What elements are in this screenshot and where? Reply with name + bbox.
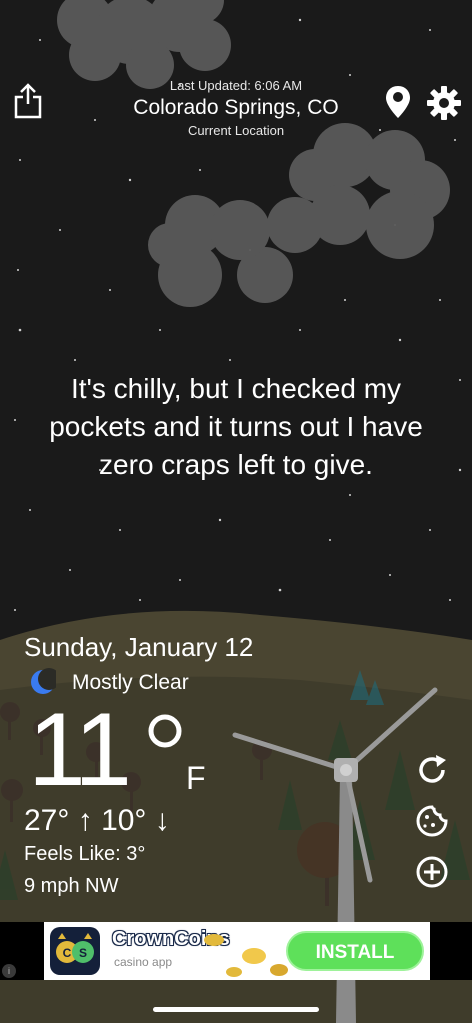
ad-subtitle: casino app — [114, 955, 173, 969]
gold-coins-decoration — [204, 934, 288, 977]
degree-symbol — [148, 714, 182, 748]
high-temp: 27° — [24, 804, 70, 837]
ad-info-button[interactable]: i — [2, 964, 16, 978]
arrow-down-icon: ↓ — [154, 804, 170, 837]
high-low-temps: 27° ↑ 10° ↓ — [24, 804, 170, 838]
settings-button[interactable] — [425, 84, 463, 122]
location-label: Current Location — [187, 123, 285, 138]
install-button[interactable]: INSTALL — [286, 931, 424, 971]
cookie-icon — [416, 805, 448, 837]
gear-icon — [427, 86, 461, 120]
arrow-up-icon: ↑ — [77, 804, 93, 837]
wind-label: 9 mph NW — [24, 875, 119, 897]
ad-banner: C S CrownCoins casino app INSTALL — [0, 922, 472, 980]
home-indicator[interactable] — [153, 1007, 319, 1012]
low-temp: 10° — [101, 804, 147, 837]
plus-circle-icon — [416, 856, 448, 888]
logo-letter-c: C — [63, 946, 72, 960]
weather-scene-background — [0, 0, 472, 1023]
refresh-icon — [419, 755, 446, 783]
cookie-button[interactable] — [414, 803, 450, 839]
date-label: Sunday, January 12 — [24, 632, 254, 662]
refresh-button[interactable] — [414, 752, 450, 788]
top-bar: Last Updated: 6:06 AM Colorado Springs, … — [0, 70, 472, 140]
weather-quip: It's chilly, but I checked my pockets an… — [49, 373, 423, 480]
ad-content[interactable]: C S CrownCoins casino app INSTALL — [44, 922, 430, 980]
temperature-value: 11 — [28, 692, 132, 808]
logo-letter-s: S — [79, 946, 87, 960]
add-location-button[interactable] — [414, 854, 450, 890]
feels-like-label: Feels Like: 3° — [24, 843, 146, 865]
crowncoins-logo: C S — [50, 927, 100, 975]
location-button[interactable] — [384, 84, 412, 120]
location-pin-icon — [386, 86, 410, 118]
temperature-unit[interactable]: F — [186, 760, 206, 797]
